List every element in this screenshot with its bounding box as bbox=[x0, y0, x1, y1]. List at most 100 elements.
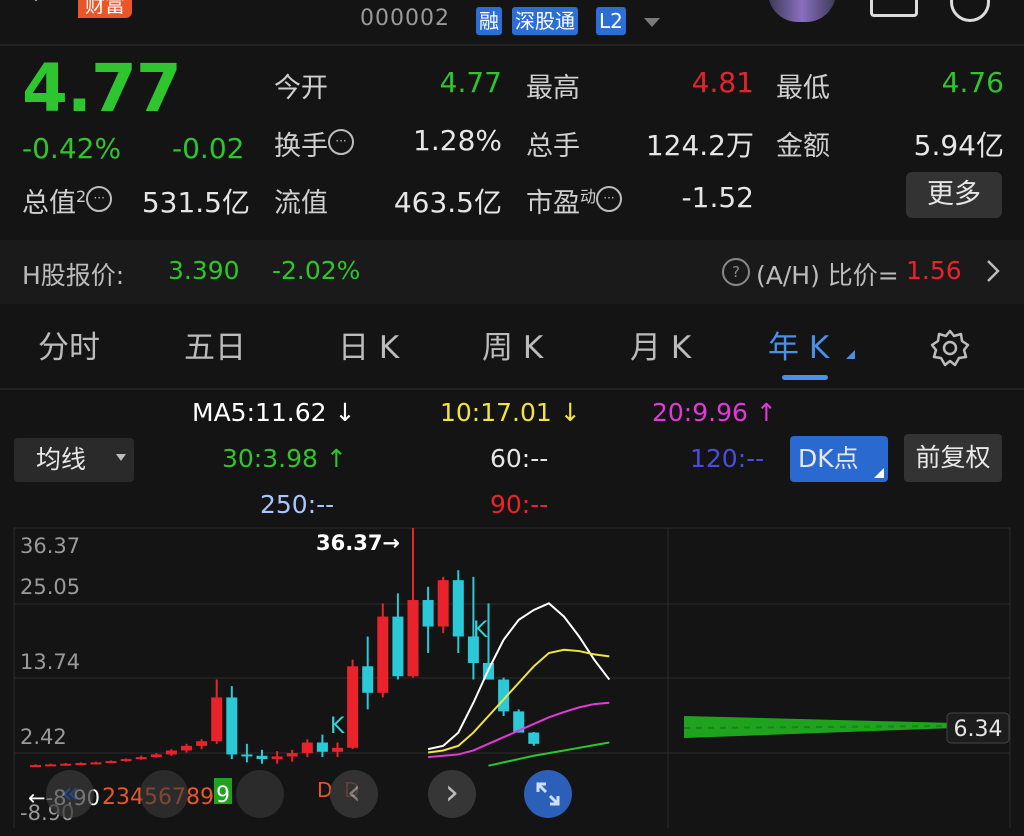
candle-body bbox=[392, 616, 404, 677]
ma20-value: 20:9.96 ↑ bbox=[652, 398, 777, 427]
amount-label: 金额 bbox=[776, 131, 830, 162]
candle-body bbox=[150, 754, 162, 758]
forward-adjust-button[interactable]: 前复权 bbox=[904, 434, 1002, 482]
candle-body bbox=[286, 753, 298, 757]
ma30-value: 30:3.98 ↑ bbox=[222, 444, 347, 473]
count-highlight: 9 bbox=[216, 783, 230, 808]
volume-value: 124.2万 bbox=[645, 129, 754, 162]
more-button[interactable]: 更多 bbox=[906, 172, 1002, 218]
help-icon[interactable]: ? bbox=[722, 258, 750, 286]
y-tick-label: 2.42 bbox=[20, 725, 67, 749]
high-value: 4.81 bbox=[691, 66, 754, 99]
candle-body bbox=[135, 757, 147, 760]
zoom-out-button[interactable] bbox=[140, 770, 188, 818]
candle-body bbox=[347, 666, 359, 748]
ma-line-select[interactable]: 均线 bbox=[14, 438, 134, 482]
scroll-first-button[interactable]: « bbox=[46, 770, 94, 818]
ah-ratio-label: (A/H) 比价= bbox=[756, 261, 899, 290]
info-dots-icon[interactable]: ··· bbox=[86, 186, 113, 212]
open-label: 今开 bbox=[274, 73, 328, 104]
mktcap-value: 531.5亿 bbox=[141, 186, 250, 219]
info-dots-icon[interactable]: ··· bbox=[328, 129, 354, 155]
candle-body bbox=[90, 762, 102, 765]
chevron-right-icon: › bbox=[444, 772, 460, 813]
tab-daily-k[interactable]: 日 K bbox=[338, 322, 399, 367]
settings-gear-icon[interactable] bbox=[930, 328, 970, 368]
tab-5day[interactable]: 五日 bbox=[184, 322, 246, 367]
tag-szconnect: 深股通 bbox=[512, 7, 578, 35]
scroll-left-button[interactable]: ‹ bbox=[330, 770, 378, 818]
double-left-icon: « bbox=[60, 776, 80, 811]
y-tick-label: 13.74 bbox=[20, 650, 80, 674]
back-arrow-icon[interactable] bbox=[30, 0, 56, 12]
divider bbox=[0, 44, 1024, 46]
mktcap-label-group[interactable]: 总值2 ··· bbox=[22, 181, 113, 220]
ma60-value: 60:-- bbox=[490, 444, 549, 473]
divider bbox=[0, 388, 1024, 390]
turnover-value: 1.28% bbox=[413, 124, 502, 157]
chevron-right-icon[interactable] bbox=[986, 259, 1000, 283]
tab-monthly-k[interactable]: 月 K bbox=[630, 322, 691, 367]
candle-body bbox=[165, 750, 177, 755]
candle-body bbox=[316, 742, 328, 752]
tab-yearly-k[interactable]: 年 K bbox=[768, 322, 829, 367]
pe-sup: 动 bbox=[580, 187, 597, 206]
tab-intraday[interactable]: 分时 bbox=[38, 322, 100, 367]
stock-switch-caret-icon[interactable] bbox=[644, 18, 660, 27]
fullscreen-button[interactable] bbox=[524, 770, 572, 818]
ah-ratio-value: 1.56 bbox=[906, 256, 962, 285]
info-dots-icon[interactable]: ··· bbox=[596, 186, 623, 212]
last-value-label: 6.34 bbox=[954, 717, 1003, 742]
active-tab-indicator bbox=[782, 375, 828, 380]
candle-body bbox=[452, 580, 464, 637]
h-share-label: H股报价: bbox=[22, 261, 125, 290]
ma120-value: 120:-- bbox=[690, 444, 765, 473]
ma5-value: MA5:11.62 ↓ bbox=[192, 398, 356, 427]
candle-body bbox=[75, 763, 87, 766]
candle-body bbox=[528, 732, 540, 744]
float-label: 流值 bbox=[274, 188, 328, 219]
tag-margin: 融 bbox=[476, 7, 502, 35]
dropdown-caret-icon bbox=[116, 454, 126, 461]
max-marker: 36.37→ bbox=[316, 531, 400, 555]
ma10-value: 10:17.01 ↓ bbox=[440, 398, 581, 427]
expand-icon bbox=[536, 782, 560, 806]
candle-body bbox=[332, 747, 343, 752]
candle-body bbox=[422, 600, 434, 627]
dk-point-label: DK点 bbox=[798, 444, 859, 473]
share-icon[interactable] bbox=[870, 0, 918, 17]
y-tick-label: 25.05 bbox=[20, 575, 80, 599]
pe-label-group[interactable]: 市盈动 ··· bbox=[526, 181, 623, 220]
float-value: 463.5亿 bbox=[393, 186, 502, 219]
corner-caret-icon bbox=[874, 468, 884, 478]
candle-body bbox=[377, 616, 389, 693]
y-tick-label: 36.37 bbox=[20, 534, 80, 558]
ma-line-select-label: 均线 bbox=[36, 445, 87, 474]
tab-caret-icon[interactable] bbox=[846, 350, 855, 359]
candle-body bbox=[407, 600, 419, 677]
candle-body bbox=[120, 759, 132, 762]
candle-body bbox=[181, 745, 192, 751]
ma250-value: 250:-- bbox=[260, 490, 335, 519]
low-value: 4.76 bbox=[941, 66, 1004, 99]
candle-body bbox=[30, 765, 41, 768]
open-value: 4.77 bbox=[439, 66, 502, 99]
ma90-value: 90:-- bbox=[490, 490, 549, 519]
change-pct: -0.42% bbox=[22, 132, 122, 165]
signal-label-k: K bbox=[473, 618, 488, 643]
h-share-change: -2.02% bbox=[272, 256, 361, 285]
volume-label: 总手 bbox=[526, 131, 580, 162]
candle-body bbox=[241, 754, 253, 757]
turnover-label-group[interactable]: 换手 ··· bbox=[274, 124, 354, 163]
mktcap-label: 总值 bbox=[22, 188, 76, 219]
candle-body bbox=[301, 742, 313, 754]
h-share-price: 3.390 bbox=[168, 256, 240, 285]
tab-weekly-k[interactable]: 周 K bbox=[482, 322, 543, 367]
dk-point-button[interactable]: DK点 bbox=[790, 436, 888, 482]
chevron-left-icon: ‹ bbox=[346, 772, 362, 813]
change-amount: -0.02 bbox=[172, 132, 245, 165]
scroll-right-button[interactable]: › bbox=[428, 770, 476, 818]
zoom-in-button[interactable] bbox=[236, 770, 284, 818]
candle-body bbox=[60, 763, 72, 766]
candle-body bbox=[362, 666, 374, 693]
